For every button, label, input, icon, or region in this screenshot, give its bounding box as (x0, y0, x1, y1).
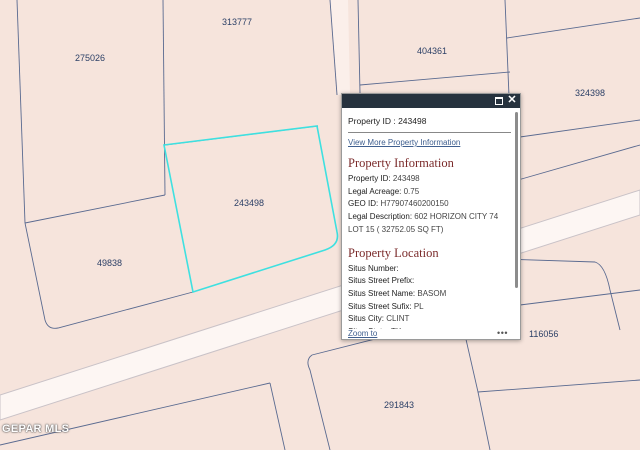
field-value: 602 HORIZON CITY 74 (414, 212, 499, 222)
field-value: 243498 (392, 174, 420, 183)
field-row: Situs Street Name: BASOM (348, 288, 512, 301)
field-row: Legal Acreage: 0.75 (348, 186, 512, 199)
field-value: H77907460200150 (380, 199, 449, 209)
popup-footer: Zoom to ••• (348, 328, 512, 338)
divider (348, 132, 511, 133)
field-row: Legal Description: 602 HORIZON CITY 74 (348, 211, 512, 224)
parcel-label: 404361 (417, 46, 448, 56)
field-label: Legal Description: (348, 212, 413, 222)
popup-scrollbar[interactable] (515, 112, 518, 288)
field-value: LOT 15 ( 32752.05 SQ FT) (348, 224, 444, 234)
field-value: CLINT (386, 314, 410, 324)
field-value: 0.75 (403, 186, 420, 196)
field-value: PL (413, 301, 424, 311)
parcel-label: 324398 (575, 88, 606, 98)
parcel-label: 116056 (529, 329, 559, 339)
field-row: Situs City: CLINT (348, 313, 512, 326)
field-row: LOT 15 ( 32752.05 SQ FT) (348, 224, 512, 237)
field-label: Situs Street Prefix: (348, 276, 415, 286)
field-label: GEO ID: (348, 199, 379, 209)
field-row: Situs Street Prefix: (348, 275, 512, 288)
parcel-label: 243498 (234, 198, 265, 208)
close-icon[interactable]: ✕ (507, 95, 517, 106)
property-location-title: Property Location (348, 245, 439, 260)
popup-titlebar: ✕ (342, 94, 520, 108)
field-label: Situs Street Name: (348, 288, 416, 298)
property-information-title: Property Information (348, 156, 454, 170)
property-id-header: Property ID : 243498 (348, 116, 427, 126)
parcel-label: 275026 (75, 53, 106, 63)
property-popup: ✕ Property ID : 243498 View More Propert… (341, 93, 521, 340)
parcel-label: 313777 (222, 17, 253, 27)
map-canvas[interactable] (0, 0, 640, 450)
ellipsis-icon[interactable]: ••• (497, 328, 508, 338)
field-row: Situs Street Sufix: PL (348, 301, 512, 314)
property-information-fields: Property ID: 243498 Legal Acreage: 0.75 GE… (348, 173, 512, 237)
field-value: BASOM (417, 288, 447, 298)
field-row: Property ID: 243498 (348, 173, 512, 186)
field-label: Property ID: (348, 174, 391, 183)
field-label: Situs Number: (348, 263, 399, 273)
parcel-label: 49838 (97, 258, 123, 268)
popup-body[interactable]: Property ID : 243498 View More Property … (342, 108, 520, 339)
property-location-fields: Situs Number: Situs Street Prefix: Situs… (348, 263, 512, 329)
zoom-to-link[interactable]: Zoom to (348, 329, 377, 338)
field-label: Situs City: (348, 314, 385, 324)
view-more-link[interactable]: View More Property Information (348, 138, 512, 147)
field-row: GEO ID: H77907460200150 (348, 198, 512, 211)
field-label: Legal Acreage: (348, 186, 402, 196)
field-row: Situs Number: (348, 263, 512, 276)
parcel-label: 291843 (384, 400, 415, 410)
popup-content: Property ID : 243498 View More Property … (348, 114, 512, 329)
maximize-icon[interactable] (494, 95, 504, 106)
field-label: Situs Street Sufix: (348, 301, 412, 311)
mls-watermark: GEPAR MLS (2, 423, 70, 435)
